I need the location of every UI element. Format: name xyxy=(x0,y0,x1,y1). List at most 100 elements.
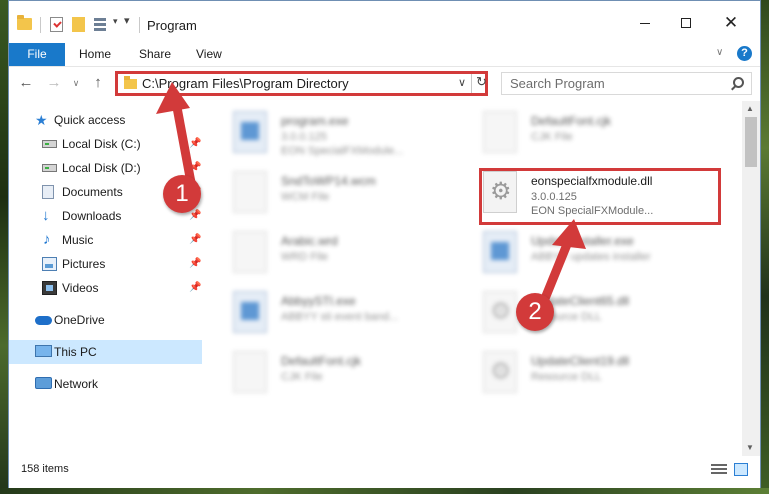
back-arrow-icon[interactable]: ← xyxy=(17,74,35,92)
details-view-icon[interactable] xyxy=(711,464,727,475)
file-icon xyxy=(483,111,517,153)
file-item[interactable]: UpdateClient19.dll Resource DLL xyxy=(459,345,699,401)
sidebar-item-pictures[interactable]: Pictures 📌 xyxy=(9,252,202,276)
desktop-background-bottom xyxy=(0,488,769,494)
close-button[interactable]: ✕ xyxy=(719,11,743,35)
sidebar-item-label: Pictures xyxy=(62,257,106,271)
forward-arrow-icon[interactable]: → xyxy=(45,74,63,92)
explorer-window: ▾ ▾ Program ✕ File Home Share View ∨ ? ←… xyxy=(8,0,761,488)
cloud-icon xyxy=(35,316,52,325)
help-icon[interactable]: ? xyxy=(737,46,752,61)
scroll-up-icon[interactable]: ▲ xyxy=(746,104,754,113)
file-detail: ABBYY sti event band... xyxy=(281,311,399,323)
pin-icon[interactable]: 📌 xyxy=(189,228,201,252)
file-detail: WCM File xyxy=(281,191,330,203)
dll-file-icon xyxy=(483,291,517,333)
file-name: DefaultFont.cjk xyxy=(531,114,612,128)
network-icon xyxy=(35,377,52,389)
file-item[interactable]: Arabic.wrd WRD File xyxy=(209,225,449,281)
tab-share[interactable]: Share xyxy=(127,43,183,66)
scrollbar-thumb[interactable] xyxy=(745,117,757,167)
search-icon[interactable] xyxy=(733,77,744,88)
chevron-down-icon[interactable]: ▾ xyxy=(113,16,118,27)
sidebar-item-label: Network xyxy=(54,377,99,391)
file-name: AbbyySTI.exe xyxy=(281,294,356,308)
ribbon-tabs: File Home Share View ∨ ? xyxy=(9,43,760,99)
new-folder-icon[interactable] xyxy=(72,17,85,32)
pin-icon[interactable]: 📌 xyxy=(189,252,201,276)
sidebar-item-network[interactable]: Network xyxy=(9,372,202,396)
file-icon xyxy=(233,351,267,393)
videos-icon xyxy=(42,281,57,295)
sidebar-item-music[interactable]: ♪ Music 📌 xyxy=(9,228,202,252)
sidebar-item-label: OneDrive xyxy=(54,313,105,327)
recent-locations-icon[interactable]: ∨ xyxy=(67,74,85,92)
file-item[interactable]: AbbyySTI.exe ABBYY sti event band... xyxy=(209,285,449,341)
folder-icon xyxy=(17,15,32,30)
file-name: program.exe xyxy=(281,114,349,128)
music-icon: ♪ xyxy=(43,231,51,248)
file-name: SndToWP14.wcm xyxy=(281,174,376,188)
sidebar-item-label: This PC xyxy=(54,345,97,359)
navigation-bar: ← → ∨ ↑ C:\Program Files\Program Directo… xyxy=(9,66,760,100)
file-item[interactable]: program.exe 3.0.0.125 EON SpecialFXModul… xyxy=(209,105,449,161)
sidebar-item-videos[interactable]: Videos 📌 xyxy=(9,276,202,300)
pin-icon[interactable]: 📌 xyxy=(189,276,201,300)
sidebar-item-this-pc[interactable]: This PC xyxy=(9,340,202,364)
status-bar: 158 items xyxy=(9,460,760,488)
file-name: UpdateClient19.dll xyxy=(531,354,630,368)
address-divider xyxy=(471,74,472,93)
tab-home[interactable]: Home xyxy=(67,43,123,66)
expand-ribbon-icon[interactable]: ∨ xyxy=(716,47,723,58)
sidebar-item-label: Videos xyxy=(62,281,99,295)
properties-icon[interactable] xyxy=(50,17,63,32)
file-detail: Resource DLL xyxy=(531,371,602,383)
large-icons-view-icon[interactable] xyxy=(734,463,748,476)
exe-file-icon xyxy=(233,291,267,333)
sidebar-item-label: Quick access xyxy=(54,113,126,127)
search-input[interactable]: Search Program xyxy=(501,72,752,95)
scroll-down-icon[interactable]: ▼ xyxy=(746,443,754,452)
file-detail: 3.0.0.125 xyxy=(281,131,327,143)
highlight-box xyxy=(479,168,721,225)
sidebar-item-onedrive[interactable]: OneDrive xyxy=(9,308,202,332)
sidebar-item-label: Downloads xyxy=(62,209,122,223)
exe-file-icon xyxy=(233,111,267,153)
search-placeholder: Search Program xyxy=(510,76,605,91)
disk-icon xyxy=(42,140,57,148)
exe-file-icon xyxy=(483,231,517,273)
refresh-icon[interactable]: ↻ xyxy=(476,74,487,90)
customize-toolbar-icon[interactable]: ▾ xyxy=(124,14,130,27)
file-item[interactable]: DefaultFont.cjk CJK File xyxy=(459,105,699,161)
sidebar-item-label: Local Disk (C:) xyxy=(62,137,141,151)
title-divider xyxy=(139,17,140,33)
file-name: Arabic.wrd xyxy=(281,234,338,248)
maximize-button[interactable] xyxy=(674,11,698,35)
up-arrow-icon[interactable]: ↑ xyxy=(89,74,107,92)
file-item[interactable]: DefaultFont.cjk CJK File xyxy=(209,345,449,401)
window-title: Program xyxy=(147,18,197,33)
chevron-down-icon[interactable]: ∨ xyxy=(458,76,466,89)
file-list: program.exe 3.0.0.125 EON SpecialFXModul… xyxy=(209,101,742,456)
toolbar-divider xyxy=(40,17,41,33)
item-count: 158 items xyxy=(21,463,69,475)
sidebar-item-label: Music xyxy=(62,233,94,247)
sidebar-item-label: Documents xyxy=(62,185,123,199)
desktop-background-left xyxy=(0,0,8,494)
vertical-scrollbar[interactable]: ▲ ▼ xyxy=(742,101,760,456)
step-badge-2: 2 xyxy=(516,293,554,331)
dll-file-icon xyxy=(483,351,517,393)
folder-icon xyxy=(124,76,137,89)
file-item[interactable]: SndToWP14.wcm WCM File xyxy=(209,165,449,221)
step-badge-1: 1 xyxy=(163,175,201,213)
sidebar-item-label: Local Disk (D:) xyxy=(62,161,141,175)
tab-view[interactable]: View xyxy=(184,43,234,66)
star-icon: ★ xyxy=(35,112,48,128)
file-icon xyxy=(233,231,267,273)
download-icon: ↓ xyxy=(42,207,50,224)
documents-icon xyxy=(42,185,54,199)
desktop-background-right xyxy=(761,0,769,494)
minimize-button[interactable] xyxy=(633,11,657,35)
file-icon xyxy=(233,171,267,213)
view-options-icon[interactable] xyxy=(94,18,110,32)
